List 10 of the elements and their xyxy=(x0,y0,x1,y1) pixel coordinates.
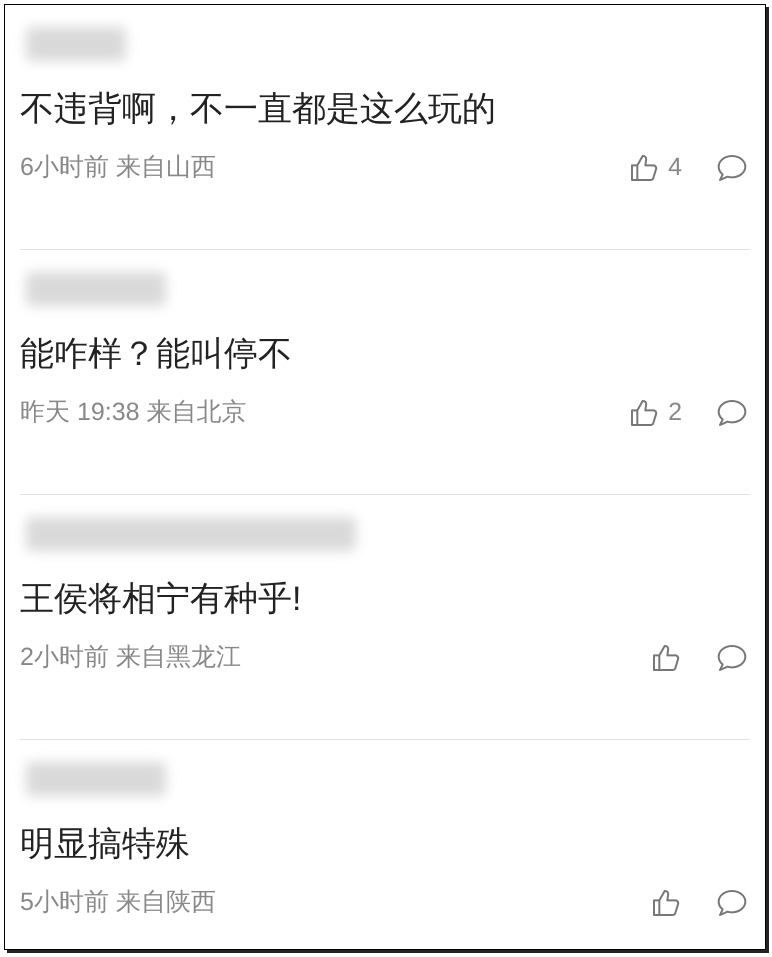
comment-meta: 2小时前 来自黑龙江 xyxy=(20,642,242,673)
comment-text: 不违背啊，不一直都是这么玩的 xyxy=(20,89,497,129)
comment-text: 能咋样？能叫停不 xyxy=(20,334,293,374)
comment-meta: 5小时前 来自陕西 xyxy=(20,887,217,918)
comment-text: 王侯将相宁有种乎! xyxy=(20,579,302,619)
comment-meta: 6小时前 来自山西 xyxy=(20,152,217,183)
like-button[interactable]: 4 xyxy=(628,149,682,186)
like-button[interactable]: 2 xyxy=(628,394,682,432)
comment-meta: 昨天 19:38 来自北京 xyxy=(20,397,248,428)
comment-text: 明显搞特殊 xyxy=(20,824,191,864)
